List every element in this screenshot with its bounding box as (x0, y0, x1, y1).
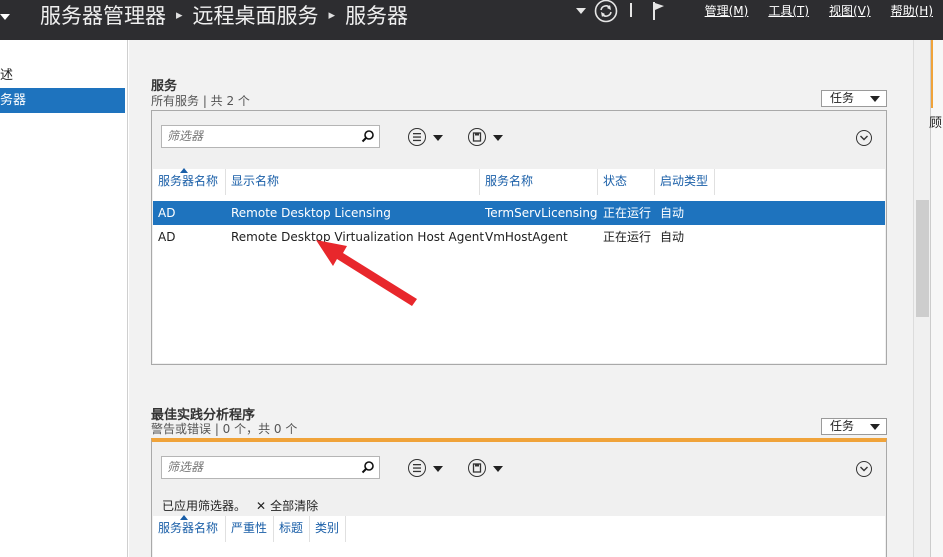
column-header-severity[interactable]: 严重性 (226, 516, 274, 542)
chevron-down-icon (870, 424, 880, 430)
right-pane: 顾 (929, 40, 943, 557)
sidebar-item-overview[interactable]: 述 (0, 63, 125, 88)
chevron-down-icon[interactable] (493, 135, 503, 141)
vertical-scrollbar[interactable] (913, 40, 930, 557)
close-icon: ✕ (256, 499, 267, 513)
search-icon (361, 461, 374, 474)
chevron-down-icon[interactable] (433, 466, 443, 472)
cell-service-name: VmHostAgent (485, 230, 568, 244)
filter-applied-text: 已应用筛选器。 (162, 499, 247, 513)
services-filter-input[interactable]: 筛选器 (161, 125, 380, 148)
table-row[interactable]: AD Remote Desktop Licensing TermServLice… (153, 201, 885, 225)
bpa-panel: 筛选器 已应用筛选器。 ✕ 全部清除 服务器名称 严重性 标题 类别 (151, 438, 887, 557)
collapse-icon[interactable] (856, 130, 872, 146)
save-query-icon[interactable] (468, 459, 486, 477)
sort-ascending-icon (180, 168, 188, 173)
sidebar: 述 务器 (0, 40, 128, 557)
accent-strip (931, 40, 933, 108)
column-header-service-name[interactable]: 服务名称 (480, 169, 598, 195)
menu-view[interactable]: 视图(V) (819, 2, 881, 19)
column-header-category[interactable]: 类别 (310, 516, 346, 542)
cell-startup-type: 自动 (660, 230, 685, 244)
cell-server: AD (158, 230, 176, 244)
cell-display-name: Remote Desktop Virtualization Host Agent (231, 230, 485, 244)
divider (629, 0, 633, 22)
column-header-label: 服务器名称 (158, 174, 219, 188)
services-tasks-button[interactable]: 任务 (821, 90, 887, 107)
breadcrumb: 服务器管理器 ▸ 远程桌面服务 ▸ 服务器 (40, 0, 408, 30)
bpa-subtitle: 警告或错误 | 0 个，共 0 个 (151, 422, 298, 436)
chevron-down-icon[interactable] (493, 466, 503, 472)
tasks-label: 任务 (830, 91, 855, 105)
bpa-grid: 服务器名称 严重性 标题 类别 (153, 515, 885, 557)
column-header-label: 标题 (279, 521, 304, 535)
cell-startup-type: 自动 (660, 206, 685, 220)
sort-ascending-icon (180, 515, 188, 520)
collapse-icon[interactable] (856, 461, 872, 477)
chevron-down-icon[interactable] (433, 135, 443, 141)
search-icon (361, 130, 374, 143)
tasks-label: 任务 (830, 419, 855, 433)
sidebar-item-label: 务器 (0, 93, 27, 108)
services-grid: 服务器名称 显示名称 服务名称 状态 启动类型 AD Remote Deskto… (153, 168, 885, 363)
column-header-startup-type[interactable]: 启动类型 (655, 169, 715, 195)
column-header-label: 类别 (315, 521, 340, 535)
chevron-down-icon (870, 96, 880, 102)
cell-display-name: Remote Desktop Licensing (231, 206, 391, 220)
column-header-label: 严重性 (231, 521, 268, 535)
dropdown-icon[interactable] (576, 0, 586, 22)
column-header-label: 状态 (603, 174, 628, 188)
list-view-icon[interactable] (408, 128, 426, 146)
column-header-display-name[interactable]: 显示名称 (226, 169, 480, 195)
column-header-title[interactable]: 标题 (274, 516, 310, 542)
breadcrumb-item-servers[interactable]: 服务器 (345, 0, 408, 30)
column-header-label: 显示名称 (231, 174, 280, 188)
clear-all-button[interactable]: ✕ 全部清除 (256, 497, 318, 514)
save-query-icon[interactable] (468, 128, 486, 146)
right-pane-text: 顾 (929, 116, 943, 131)
bpa-tasks-button[interactable]: 任务 (821, 418, 887, 435)
back-arrow-icon[interactable] (0, 8, 12, 28)
main-content: 服务 所有服务 | 共 2 个 任务 筛选器 服务器名称 显示名称 服务名称 状… (129, 40, 913, 557)
menu-help[interactable]: 帮助(H) (881, 2, 943, 19)
menu-tools[interactable]: 工具(T) (758, 2, 819, 19)
services-panel: 筛选器 服务器名称 显示名称 服务名称 状态 启动类型 AD Remote De… (151, 110, 887, 365)
chevron-right-icon: ▸ (328, 7, 336, 23)
cell-status: 正在运行 (603, 230, 652, 244)
table-row[interactable]: AD Remote Desktop Virtualization Host Ag… (153, 225, 885, 249)
column-header-label: 服务名称 (485, 174, 534, 188)
menu-bar: 管理(M) 工具(T) 视图(V) 帮助(H) (695, 2, 943, 19)
sidebar-item-label: 述 (0, 68, 14, 83)
column-header-server-name[interactable]: 服务器名称 (153, 515, 226, 542)
menu-manage[interactable]: 管理(M) (695, 2, 759, 19)
cell-service-name: TermServLicensing (485, 206, 598, 220)
clear-all-label: 全部清除 (270, 499, 319, 513)
column-header-label: 启动类型 (660, 174, 709, 188)
column-header-server-name[interactable]: 服务器名称 (153, 168, 226, 195)
sidebar-item-servers[interactable]: 务器 (0, 88, 125, 113)
services-subtitle: 所有服务 | 共 2 个 (151, 94, 250, 108)
breadcrumb-item-server-manager[interactable]: 服务器管理器 (40, 0, 166, 30)
bpa-filter-input[interactable]: 筛选器 (161, 456, 380, 479)
filter-placeholder: 筛选器 (167, 460, 204, 474)
scrollbar-thumb[interactable] (916, 200, 929, 317)
title-bar: 服务器管理器 ▸ 远程桌面服务 ▸ 服务器 管理(M) 工具(T) 视图(V) … (0, 0, 943, 40)
notifications-flag-icon[interactable] (652, 0, 666, 22)
breadcrumb-item-rds[interactable]: 远程桌面服务 (193, 0, 319, 30)
cell-server: AD (158, 206, 176, 220)
column-header-status[interactable]: 状态 (598, 169, 655, 195)
filter-placeholder: 筛选器 (167, 129, 204, 143)
column-header-label: 服务器名称 (158, 521, 219, 535)
list-view-icon[interactable] (408, 459, 426, 477)
chevron-right-icon: ▸ (176, 7, 183, 23)
refresh-icon[interactable] (594, 0, 618, 23)
cell-status: 正在运行 (603, 206, 652, 220)
